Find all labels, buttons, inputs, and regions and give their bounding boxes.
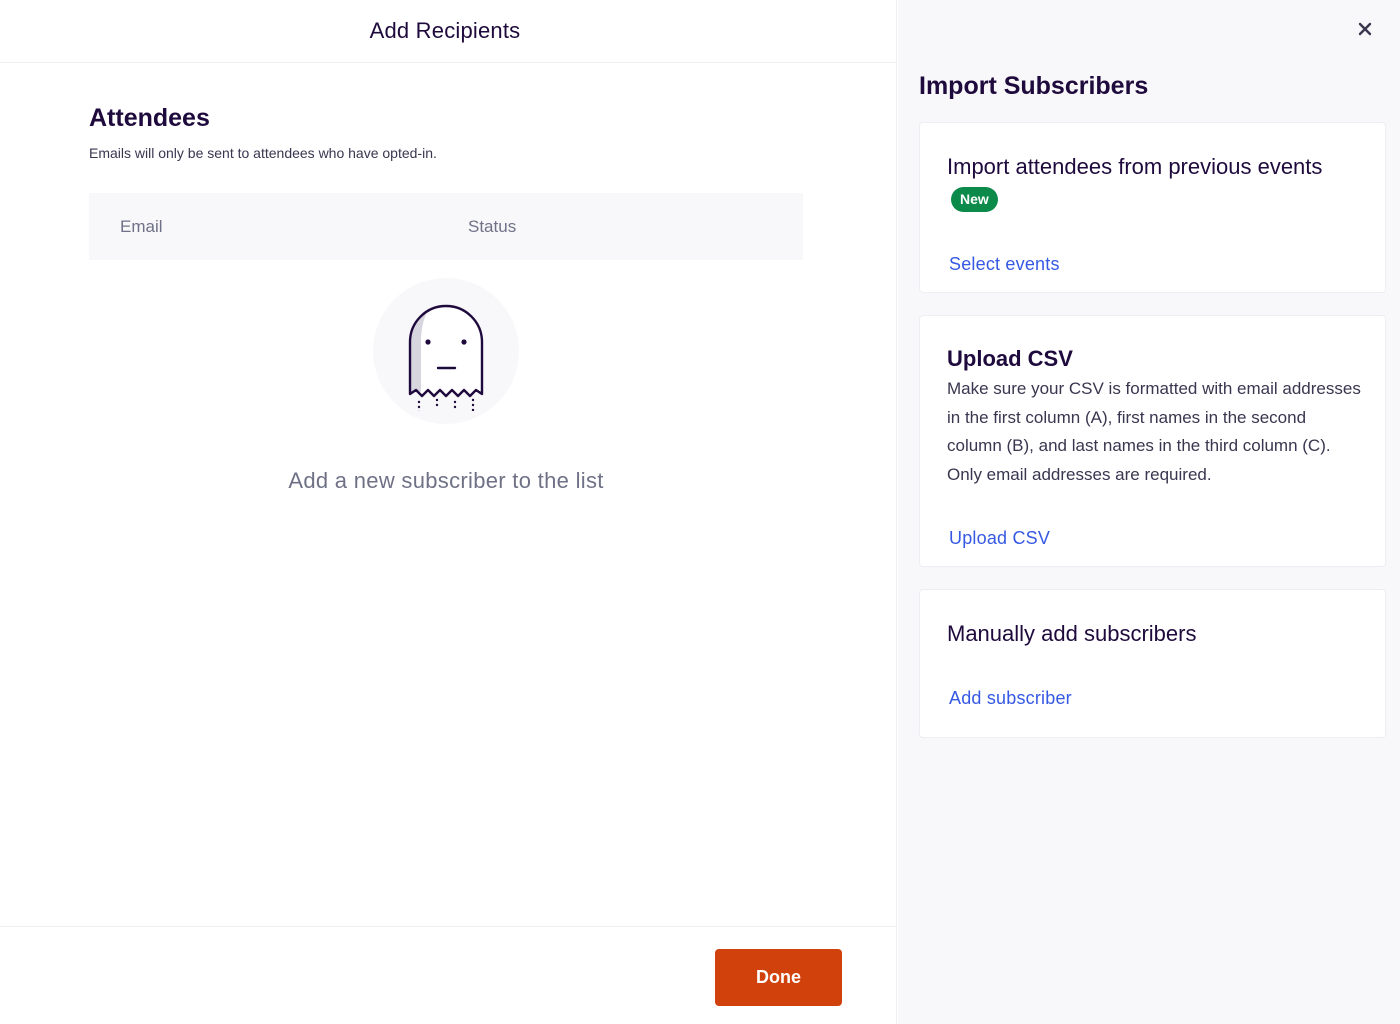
close-icon bbox=[1358, 22, 1372, 36]
done-button[interactable]: Done bbox=[715, 949, 842, 1006]
column-header-email: Email bbox=[120, 217, 163, 236]
attendees-title: Attendees bbox=[89, 104, 210, 132]
attendees-section: Attendees Emails will only be sent to at… bbox=[89, 100, 803, 493]
upload-csv-card: Upload CSV Make sure your CSV is formatt… bbox=[919, 315, 1386, 567]
close-button[interactable] bbox=[1352, 16, 1378, 42]
empty-state: Add a new subscriber to the list bbox=[89, 278, 803, 494]
import-subscribers-panel: Import Subscribers Import attendees from… bbox=[898, 0, 1400, 1024]
upload-csv-description: Make sure your CSV is formatted with ema… bbox=[947, 379, 1361, 485]
recipients-main-panel: Add Recipients Attendees Emails will onl… bbox=[0, 0, 897, 1024]
add-subscriber-link[interactable]: Add subscriber bbox=[949, 688, 1072, 709]
card-title: Manually add subscribers bbox=[947, 621, 1197, 646]
import-previous-events-card: Import attendees from previous events Ne… bbox=[919, 122, 1386, 293]
select-events-link[interactable]: Select events bbox=[949, 254, 1060, 275]
footer-bar: Done bbox=[0, 926, 897, 1024]
side-panel-title: Import Subscribers bbox=[919, 72, 1149, 100]
empty-state-text: Add a new subscriber to the list bbox=[288, 468, 604, 493]
attendees-subtitle: Emails will only be sent to attendees wh… bbox=[89, 145, 437, 161]
top-bar: Add Recipients bbox=[0, 0, 896, 63]
new-badge: New bbox=[951, 187, 998, 212]
table-header: Email Status bbox=[89, 193, 803, 260]
upload-csv-link[interactable]: Upload CSV bbox=[949, 528, 1050, 549]
card-title: Upload CSV bbox=[947, 346, 1073, 371]
column-header-status: Status bbox=[468, 217, 517, 236]
empty-illustration bbox=[373, 278, 519, 424]
card-title: Import attendees from previous events Ne… bbox=[947, 150, 1327, 216]
page-title: Add Recipients bbox=[369, 18, 521, 43]
manual-add-card: Manually add subscribers Add subscriber bbox=[919, 589, 1386, 738]
card-title-text: Import attendees from previous events bbox=[947, 154, 1323, 179]
ghost-icon bbox=[408, 304, 484, 411]
